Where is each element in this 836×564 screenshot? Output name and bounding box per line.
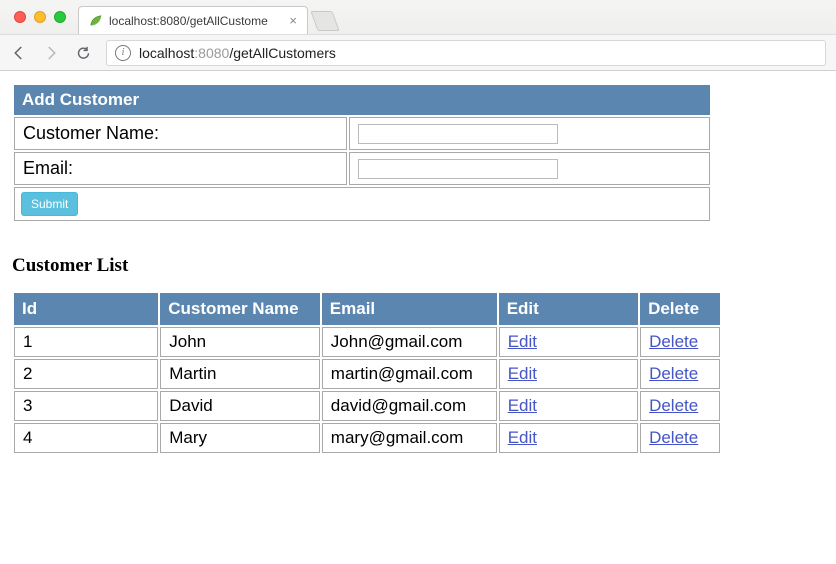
cell-delete: Delete [640,327,720,357]
edit-link[interactable]: Edit [508,364,537,383]
cell-id: 4 [14,423,158,453]
table-row: 2Martinmartin@gmail.com Edit Delete [14,359,720,389]
favicon-leaf-icon [89,14,103,28]
edit-link[interactable]: Edit [508,332,537,351]
window-minimize-button[interactable] [34,11,46,23]
cell-name: David [160,391,320,421]
customer-table: Id Customer Name Email Edit Delete 1John… [12,291,722,455]
forward-button[interactable] [42,44,60,62]
email-cell [349,152,710,185]
reload-button[interactable] [74,44,92,62]
window-close-button[interactable] [14,11,26,23]
tab-title: localhost:8080/getAllCustome [109,14,283,28]
col-header-id: Id [14,293,158,325]
cell-edit: Edit [499,327,638,357]
customer-name-label: Customer Name: [14,117,347,150]
cell-id: 1 [14,327,158,357]
customer-name-cell [349,117,710,150]
url-text: localhost:8080/getAllCustomers [139,45,336,61]
customer-list-heading: Customer List [12,255,824,277]
cell-delete: Delete [640,359,720,389]
cell-name: Mary [160,423,320,453]
delete-link[interactable]: Delete [649,396,698,415]
url-input[interactable]: i localhost:8080/getAllCustomers [106,40,826,66]
cell-id: 3 [14,391,158,421]
cell-edit: Edit [499,359,638,389]
col-header-name: Customer Name [160,293,320,325]
customer-name-input[interactable] [358,124,558,144]
table-row: 3Daviddavid@gmail.com Edit Delete [14,391,720,421]
col-header-email: Email [322,293,497,325]
tab-bar: localhost:8080/getAllCustome × [0,0,836,34]
delete-link[interactable]: Delete [649,364,698,383]
site-info-icon[interactable]: i [115,45,131,61]
page-content: Add Customer Customer Name: Email: Submi… [0,71,836,467]
col-header-delete: Delete [640,293,720,325]
col-header-edit: Edit [499,293,638,325]
window-maximize-button[interactable] [54,11,66,23]
cell-edit: Edit [499,423,638,453]
table-header-row: Id Customer Name Email Edit Delete [14,293,720,325]
submit-row: Submit [14,187,710,221]
edit-link[interactable]: Edit [508,396,537,415]
cell-name: John [160,327,320,357]
submit-button[interactable]: Submit [21,192,78,216]
cell-name: Martin [160,359,320,389]
delete-link[interactable]: Delete [649,428,698,447]
form-header: Add Customer [14,85,710,115]
cell-email: John@gmail.com [322,327,497,357]
cell-edit: Edit [499,391,638,421]
new-tab-button[interactable] [310,11,339,31]
cell-email: david@gmail.com [322,391,497,421]
email-input[interactable] [358,159,558,179]
cell-email: martin@gmail.com [322,359,497,389]
cell-email: mary@gmail.com [322,423,497,453]
email-label: Email: [14,152,347,185]
add-customer-form: Add Customer Customer Name: Email: Submi… [12,83,712,223]
delete-link[interactable]: Delete [649,332,698,351]
back-button[interactable] [10,44,28,62]
cell-delete: Delete [640,423,720,453]
cell-delete: Delete [640,391,720,421]
cell-id: 2 [14,359,158,389]
browser-tab[interactable]: localhost:8080/getAllCustome × [78,6,308,34]
table-row: 4Marymary@gmail.com Edit Delete [14,423,720,453]
browser-chrome: localhost:8080/getAllCustome × i localho… [0,0,836,71]
address-bar: i localhost:8080/getAllCustomers [0,34,836,70]
traffic-lights [8,11,72,23]
table-row: 1JohnJohn@gmail.com Edit Delete [14,327,720,357]
tab-close-icon[interactable]: × [289,14,297,27]
edit-link[interactable]: Edit [508,428,537,447]
